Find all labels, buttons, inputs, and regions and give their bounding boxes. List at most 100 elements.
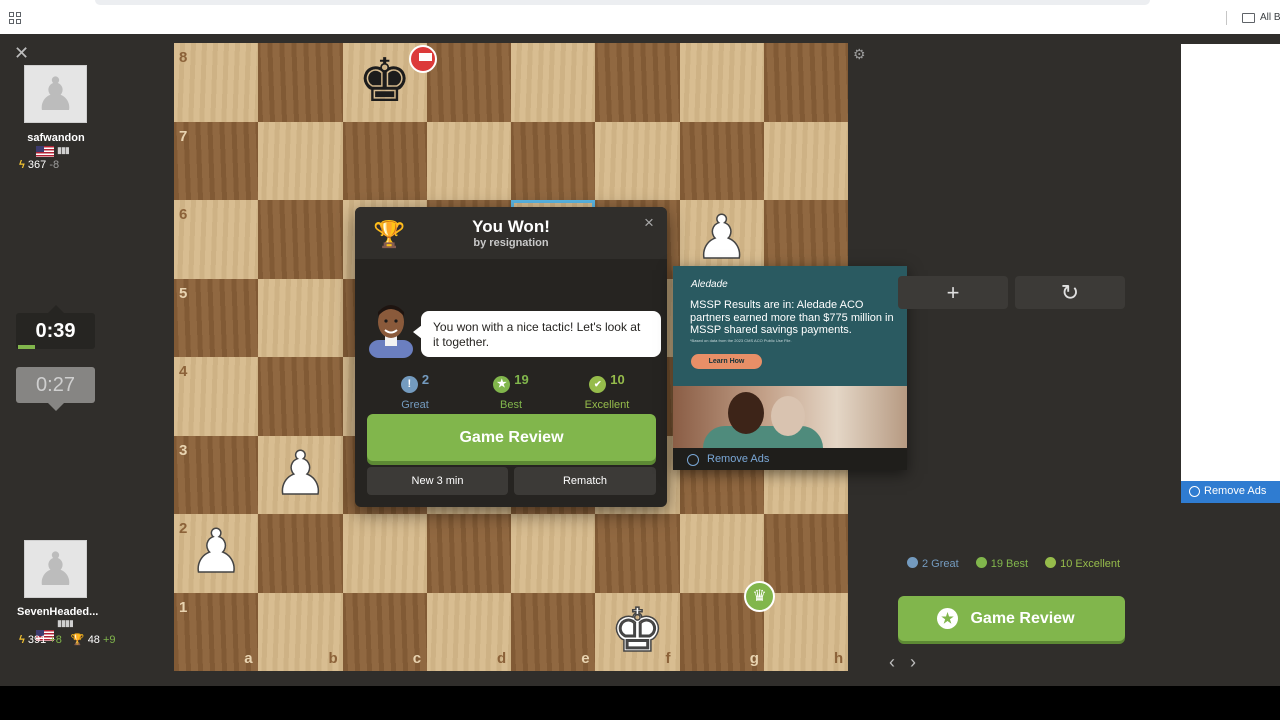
file-label: a bbox=[244, 650, 253, 667]
remove-ads-link[interactable]: Remove Ads bbox=[673, 448, 907, 470]
great-icon bbox=[907, 557, 918, 568]
square-g2[interactable] bbox=[679, 514, 764, 593]
file-label: b bbox=[328, 650, 338, 667]
connection-bars-icon: ▮▮▮ bbox=[57, 145, 70, 155]
winner-crown-icon: ♛ bbox=[744, 581, 775, 612]
square-h7[interactable] bbox=[763, 121, 848, 200]
stat-excellent: ✔ 10 Excellent bbox=[557, 372, 657, 411]
square-b8[interactable] bbox=[258, 43, 343, 122]
thumbs-up-icon bbox=[1045, 557, 1057, 568]
top-player-rating: ϟ 367 -8 bbox=[19, 159, 59, 171]
square-c7[interactable] bbox=[342, 121, 427, 200]
square-b2[interactable] bbox=[258, 514, 343, 593]
excellent-count: 10 bbox=[610, 372, 625, 387]
bottom-rating-delta: +8 bbox=[49, 634, 62, 646]
side-game-review-button[interactable]: ★ Game Review bbox=[898, 596, 1125, 641]
all-bookmarks-link[interactable]: All Bo bbox=[1260, 12, 1280, 23]
bottom-player-avatar[interactable]: ♟ bbox=[24, 540, 87, 598]
us-flag-icon bbox=[36, 146, 54, 157]
square-h2[interactable] bbox=[763, 514, 848, 593]
new-game-plus-button[interactable]: + bbox=[898, 276, 1008, 309]
resign-flag-icon bbox=[409, 45, 437, 73]
square-b5[interactable] bbox=[258, 278, 343, 357]
square-d2[interactable] bbox=[426, 514, 511, 593]
square-b6[interactable] bbox=[258, 200, 343, 279]
board-settings-gear-icon[interactable]: ⚙ bbox=[853, 46, 866, 63]
clock-pointer-up bbox=[48, 305, 64, 313]
browser-bookmarks-bar: All Bo bbox=[0, 0, 1280, 34]
ad-brand-logo: Aledade bbox=[691, 279, 728, 290]
white-pawn-piece[interactable]: ♟ bbox=[258, 442, 342, 504]
ad-headline: MSSP Results are in: Aledade ACO partner… bbox=[690, 299, 894, 336]
square-e7[interactable] bbox=[511, 121, 596, 200]
top-player-avatar[interactable]: ♟ bbox=[24, 65, 87, 123]
advertisement[interactable]: Aledade MSSP Results are in: Aledade ACO… bbox=[673, 266, 907, 470]
square-g8[interactable] bbox=[679, 43, 764, 122]
square-d8[interactable] bbox=[426, 43, 511, 122]
rematch-rotate-button[interactable]: ↻ bbox=[1015, 276, 1125, 309]
best-label: Best bbox=[499, 399, 522, 411]
great-icon: ! bbox=[400, 376, 418, 393]
summary-excellent: 10 Excellent bbox=[1060, 558, 1121, 570]
trophy-rating-delta: +9 bbox=[103, 634, 116, 646]
apps-grid-icon[interactable] bbox=[9, 12, 21, 24]
previous-move-chevron-icon[interactable]: ‹ bbox=[889, 652, 895, 673]
white-pawn-piece[interactable]: ♟ bbox=[680, 207, 764, 269]
address-bar-edge bbox=[95, 0, 1150, 5]
side-remove-ads-button[interactable]: Remove Ads bbox=[1181, 481, 1280, 503]
rank-label: 7 bbox=[179, 127, 188, 145]
square-g7[interactable] bbox=[679, 121, 764, 200]
top-player-clock: 0:39 bbox=[16, 313, 95, 349]
rematch-button[interactable]: Rematch bbox=[514, 467, 656, 495]
side-remove-ads-label: Remove Ads bbox=[1204, 485, 1267, 497]
coach-speech-bubble: You won with a nice tactic! Let's look a… bbox=[421, 311, 661, 357]
best-count: 19 bbox=[514, 372, 529, 387]
summary-great: 2 Great bbox=[922, 558, 959, 570]
square-f2[interactable] bbox=[595, 514, 680, 593]
side-ad-frame[interactable] bbox=[1181, 44, 1280, 484]
close-icon[interactable]: ✕ bbox=[14, 44, 29, 62]
white-pawn-piece[interactable]: ♟ bbox=[174, 521, 258, 583]
best-star-icon: ★ bbox=[493, 376, 511, 393]
great-count: 2 bbox=[421, 372, 430, 387]
game-review-button[interactable]: Game Review bbox=[367, 414, 656, 461]
square-h8[interactable] bbox=[763, 43, 848, 122]
stat-best: ★ 19 Best bbox=[461, 372, 561, 411]
square-f7[interactable] bbox=[595, 121, 680, 200]
file-label: c bbox=[412, 650, 422, 667]
new-3-min-button[interactable]: New 3 min bbox=[367, 467, 508, 495]
ad-fine-print: *Based on data from the 2023 CMS ACO Pub… bbox=[690, 338, 792, 343]
square-e2[interactable] bbox=[511, 514, 596, 593]
next-move-chevron-icon[interactable]: › bbox=[910, 652, 916, 673]
top-rating-value: 367 bbox=[27, 159, 47, 171]
bookmarks-divider bbox=[1226, 11, 1227, 25]
best-star-icon bbox=[975, 557, 987, 568]
top-player-name[interactable]: safwandon bbox=[0, 132, 112, 144]
file-label: h bbox=[834, 650, 844, 667]
bottom-player-clock: 0:27 bbox=[16, 367, 95, 403]
bottom-player-name[interactable]: SevenHeaded... bbox=[17, 606, 98, 618]
move-quality-summary: 2 Great 19 Best 10 Excellent bbox=[907, 557, 1134, 570]
bottom-black-bar bbox=[0, 686, 1280, 720]
thumbs-up-icon: ✔ bbox=[589, 376, 607, 393]
bolt-icon: ϟ bbox=[19, 159, 25, 171]
modal-close-icon[interactable]: × bbox=[644, 213, 654, 233]
square-f8[interactable] bbox=[595, 43, 680, 122]
square-e8[interactable] bbox=[511, 43, 596, 122]
summary-best: 19 Best bbox=[990, 558, 1029, 570]
ad-photo[interactable] bbox=[673, 386, 907, 448]
rank-label: 8 bbox=[179, 49, 188, 66]
trophy-icon: 🏆 bbox=[70, 634, 85, 646]
white-king-piece[interactable]: ♚ bbox=[595, 599, 679, 661]
square-c2[interactable] bbox=[342, 514, 427, 593]
ad-learn-how-button[interactable]: Learn How bbox=[691, 354, 762, 369]
square-d7[interactable] bbox=[426, 121, 511, 200]
clock-progress-bar bbox=[18, 345, 36, 349]
no-ads-icon bbox=[1189, 486, 1200, 497]
square-b4[interactable] bbox=[258, 357, 343, 436]
folder-icon[interactable] bbox=[1242, 13, 1255, 23]
clock-pointer-down bbox=[48, 403, 64, 411]
square-b7[interactable] bbox=[258, 121, 343, 200]
rank-label: 5 bbox=[179, 284, 188, 302]
no-ads-icon bbox=[687, 454, 699, 466]
